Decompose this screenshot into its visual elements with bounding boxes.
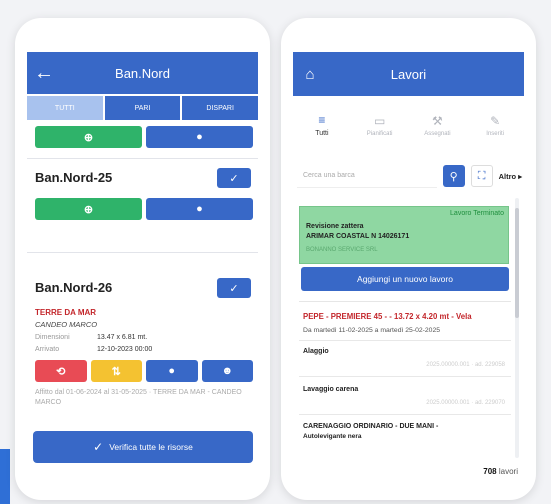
right-phone: ⌂ Lavori ≡ Tutti ▭ Pianificati ⚒ Assegna… [281,18,536,500]
more-label: Altro [498,171,517,181]
job-count-value: 708 [483,467,497,476]
alert-button[interactable]: ● [146,360,198,382]
divider [299,414,511,415]
arrival-row: Arrivato 12-10-2023 00:00 [35,344,152,355]
job-count-label: lavori [498,467,518,476]
search-input[interactable]: Cerca una barca [297,164,437,188]
rental-note: Affitto dal 01-06-2024 al 31-05-2025 · T… [35,389,242,406]
job-boat: ARIMAR COASTAL N 14026171 [306,233,410,240]
filter-tutti[interactable]: TUTTI [27,96,103,120]
search-row: Cerca una barca ⚲ ⛶ Altro ▸ [297,164,522,188]
divider [299,340,511,341]
enter-button[interactable]: ⊕ [35,198,142,220]
card-actions: ⊕ ● [35,126,253,148]
check-button[interactable]: ✓ [217,168,251,188]
pen-icon: ✎ [490,113,501,128]
divider [27,158,258,159]
filter-segment: TUTTI PARI DISPARI [27,96,259,120]
transfer-button[interactable]: ⇅ [90,360,142,382]
arrow-left-icon[interactable]: ← [27,52,61,94]
user-icon: ☻ [221,365,234,377]
dimensions-label: Dimensioni [35,334,70,341]
search-icon: ⚲ [449,170,458,183]
alert-button[interactable]: ● [146,198,253,220]
verify-all-button[interactable]: ✓ Verifica tutte le risorse [33,431,253,463]
job-title: Revisione zattera [306,223,364,230]
dimensions-row: Dimensioni 13.47 x 6.81 mt. [35,332,147,343]
card-actions: ⊕ ● [35,198,253,220]
left-phone: ← Ban.Nord TUTTI PARI DISPARI ⊕ ● Ban.No… [15,18,270,500]
transfer-icon: ⇅ [111,365,121,378]
dimensions-value: 13.47 x 6.81 mt. [97,334,148,341]
tab-pianificati[interactable]: ▭ Pianificati [351,98,409,152]
alert-icon: ● [196,131,203,143]
exit-icon: ⟲ [56,365,66,378]
accent-bar [0,449,10,504]
tab-assegnati[interactable]: ⚒ Assegnati [409,98,467,152]
job-item-name: Alaggio [303,348,329,355]
tab-tutti[interactable]: ≡ Tutti [293,98,351,152]
job-status: Lavoro Terminato [450,210,504,217]
card-actions: ⟲ ⇅ ● ☻ [35,360,253,382]
verify-label: Verifica tutte le risorse [109,442,193,452]
job-company: BONANNO SERVICE SRL [306,247,378,253]
job-list[interactable]: Lavoro Terminato Revisione zattera ARIMA… [295,198,524,458]
job-item-sub: Autolevigante nera [303,433,362,440]
app-bar: ⌂ Lavori [293,52,524,96]
tab-label: Inseriti [486,130,504,137]
check-circle-icon: ✓ [93,440,104,454]
filter-pari[interactable]: PARI [104,96,181,120]
user-button[interactable]: ☻ [201,360,253,382]
home-icon[interactable]: ⌂ [293,66,327,83]
enter-icon: ⊕ [83,203,94,216]
tab-label: Assegnati [424,130,451,137]
more-button[interactable]: Altro ▸ [499,172,522,181]
job-count: 708 lavori [483,467,518,476]
expand-button[interactable]: ⛶ [470,165,493,187]
job-dates: Da martedì 11-02-2025 a martedì 25-02-20… [303,327,441,334]
divider [299,376,511,377]
app-bar: ← Ban.Nord [27,52,258,94]
resource-card: Ban.Nord-25 ✓ ⊕ ● [35,168,253,220]
job-item-name: Lavaggio carena [303,386,359,393]
alert-icon: ● [168,365,176,377]
divider [27,252,258,253]
check-button[interactable]: ✓ [217,278,251,298]
add-job-button[interactable]: Aggiungi un nuovo lavoro [301,267,509,291]
page-title: Lavori [390,66,427,82]
job-title: PEPE - PREMIERE 45 - - 13.72 x 4.20 mt -… [303,312,472,321]
alert-button[interactable]: ● [146,126,253,148]
status-tabs: ≡ Tutti ▭ Pianificati ⚒ Assegnati ✎ Inse… [293,98,524,152]
job-item-meta: 2025.00000.001 · ad. 229070 [426,400,505,406]
check-circle-icon: ✓ [229,172,239,185]
resource-list[interactable]: ⊕ ● Ban.Nord-25 ✓ ⊕ ● Ban.Nord-26 ✓ TERR… [27,122,258,432]
arrival-value: 12-10-2023 00:00 [97,346,153,353]
hammer-icon: ⚒ [431,113,443,128]
owner-name: CANDEO MARCO [35,320,98,329]
job-card[interactable]: PEPE - PREMIERE 45 - - 13.72 x 4.20 mt -… [299,301,511,458]
list-icon: ≡ [318,113,326,127]
completed-job-card[interactable]: Lavoro Terminato Revisione zattera ARIMA… [299,206,509,264]
enter-icon: ⊕ [83,131,94,144]
tab-inseriti[interactable]: ✎ Inseriti [466,98,524,152]
resource-card: Ban.Nord-26 ✓ TERRE DA MAR CANDEO MARCO … [35,278,253,406]
tab-label: Pianificati [366,130,393,137]
job-item-name: CARENAGGIO ORDINARIO - DUE MANI - [303,423,439,430]
search-button[interactable]: ⚲ [442,165,465,187]
check-circle-icon: ✓ [229,282,239,295]
alert-icon: ● [196,203,203,215]
enter-button[interactable]: ⊕ [35,126,142,148]
page-title: Ban.Nord [115,65,170,81]
tab-label: Tutti [315,130,329,137]
calendar-icon: ▭ [373,113,386,128]
exit-button[interactable]: ⟲ [35,360,87,382]
expand-icon: ⛶ [477,169,486,182]
filter-dispari[interactable]: DISPARI [182,96,259,120]
job-item-meta: 2025.00000.001 · ad. 229058 [426,362,505,368]
arrival-label: Arrivato [35,346,60,353]
boat-name: TERRE DA MAR [35,308,97,317]
